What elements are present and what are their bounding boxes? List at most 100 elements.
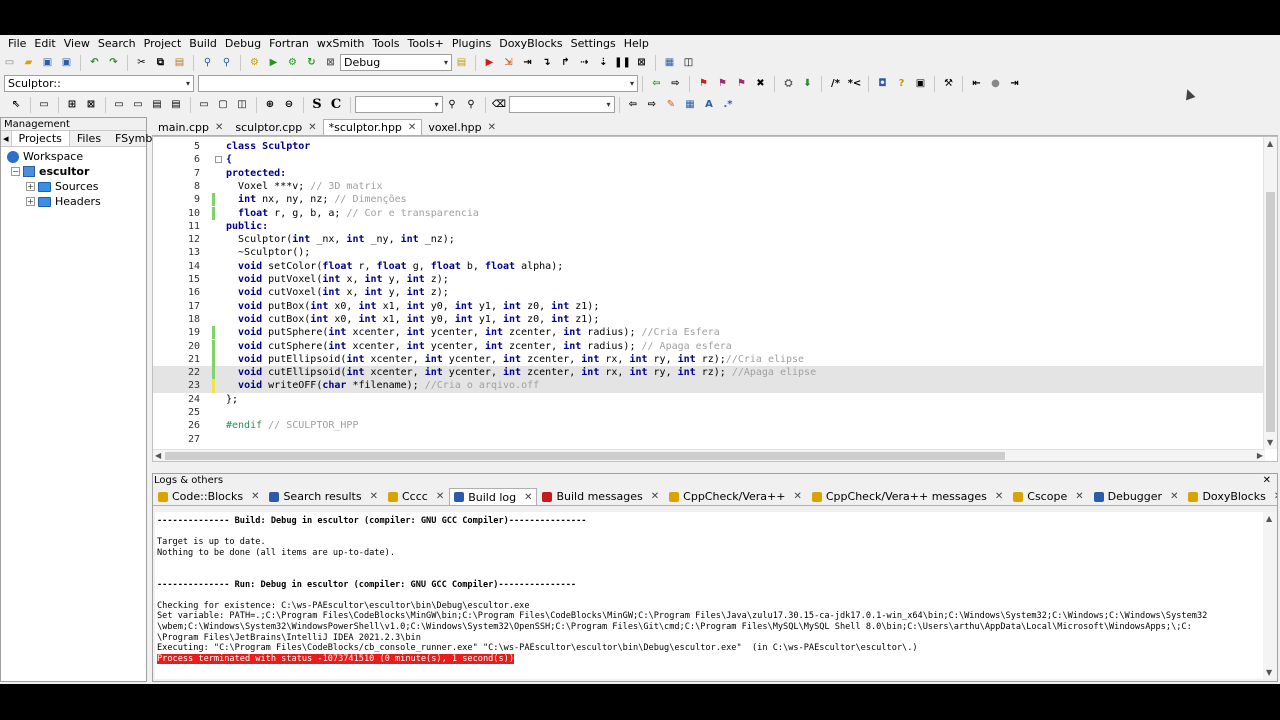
close-icon[interactable]: ✕ xyxy=(370,491,378,502)
align-4-icon[interactable]: ▤ xyxy=(168,97,184,113)
expand-icon[interactable]: + xyxy=(26,197,35,206)
tab-sculptor-cpp[interactable]: sculptor.cpp ✕ xyxy=(229,119,322,135)
bookmark-next-icon[interactable]: ⚑ xyxy=(734,76,750,92)
logs-tab-cppcheck-vera-messages[interactable]: CppCheck/Vera++ messages ✕ xyxy=(807,488,1008,505)
code-line[interactable]: 17 void putBox(int x0, int x1, int y0, i… xyxy=(153,300,1263,313)
doxy-extract-icon[interactable]: ▣ xyxy=(913,76,929,92)
close-icon[interactable]: ✕ xyxy=(1170,491,1178,502)
regex-icon[interactable]: .* xyxy=(720,97,736,113)
logs-tab-code-blocks[interactable]: Code::Blocks ✕ xyxy=(153,488,264,505)
close-icon[interactable]: ✕ xyxy=(793,491,801,502)
c-icon[interactable]: C xyxy=(328,97,344,113)
logs-tab-build-log[interactable]: Build log ✕ xyxy=(449,488,538,505)
menu-help[interactable]: Help xyxy=(620,35,653,52)
save-icon[interactable]: ▣ xyxy=(40,55,56,71)
code-line[interactable]: 5 class Sculptor xyxy=(153,140,1263,153)
run-icon[interactable]: ▶ xyxy=(266,55,282,71)
code-line[interactable]: 6{ xyxy=(153,153,1263,166)
step-into-icon[interactable]: ↴ xyxy=(539,55,555,71)
tree-folder-sources[interactable]: + Sources xyxy=(1,179,146,194)
close-icon[interactable]: ✕ xyxy=(1263,474,1271,488)
align-2-icon[interactable]: ▭ xyxy=(130,97,146,113)
code-line[interactable]: 10 float r, g, b, a; // Cor e transparen… xyxy=(153,206,1263,220)
jump-forward-icon[interactable]: ⇨ xyxy=(668,76,684,92)
code-line[interactable]: 23 void writeOFF(char *filename); //Cria… xyxy=(153,379,1263,393)
run-to-cursor-icon[interactable]: ⇲ xyxy=(501,55,517,71)
frame-icon[interactable]: ▭ xyxy=(36,97,52,113)
open-icon[interactable]: ▰ xyxy=(21,55,37,71)
menu-file[interactable]: File xyxy=(4,35,30,52)
wrench-icon[interactable]: ⚒ xyxy=(941,76,957,92)
menu-search[interactable]: Search xyxy=(94,35,140,52)
menu-tools-[interactable]: Tools+ xyxy=(404,35,448,52)
tab-sculptor-hpp[interactable]: *sculptor.hpp ✕ xyxy=(322,119,423,135)
menu-fortran[interactable]: Fortran xyxy=(265,35,313,52)
menu-edit[interactable]: Edit xyxy=(30,35,59,52)
find-icon[interactable]: ⚲ xyxy=(200,55,216,71)
jump-end-icon[interactable]: ⇥ xyxy=(1007,76,1023,92)
tab-scroll-left-icon[interactable]: ◂ xyxy=(1,131,11,146)
redo-icon[interactable]: ↷ xyxy=(106,55,122,71)
shape-2-icon[interactable]: ▢ xyxy=(215,97,231,113)
scope-select[interactable]: Sculptor:: ▾ xyxy=(4,75,194,92)
new-file-icon[interactable]: ▭ xyxy=(2,55,18,71)
code-line[interactable]: 7 protected: xyxy=(153,167,1263,180)
find-next-icon[interactable]: ⇨ xyxy=(644,97,660,113)
align-3-icon[interactable]: ▤ xyxy=(149,97,165,113)
pause-icon[interactable]: ❚❚ xyxy=(614,55,631,71)
close-icon[interactable]: ✕ xyxy=(308,120,316,135)
code-line[interactable]: 22 void cutEllipsoid(int xcenter, int yc… xyxy=(153,366,1263,380)
step-instruction-icon[interactable]: ⇣ xyxy=(596,55,612,71)
tab-fsymbols[interactable]: FSymb xyxy=(108,131,154,146)
zoom-out-icon[interactable]: ⊖ xyxy=(281,97,297,113)
build-log-output[interactable]: -------------- Build: Debug in escultor … xyxy=(155,512,1263,679)
close-icon[interactable]: ✕ xyxy=(436,491,444,502)
debug-windows-icon[interactable]: ▦ xyxy=(662,55,678,71)
pointer-icon[interactable]: ⇖ xyxy=(8,97,24,113)
find-icon[interactable]: ⚲ xyxy=(444,97,460,113)
code-line[interactable]: 13 ~Sculptor(); xyxy=(153,246,1263,259)
rebuild-icon[interactable]: ↻ xyxy=(304,55,320,71)
build-options-icon[interactable]: ▤ xyxy=(454,55,470,71)
scroll-thumb[interactable] xyxy=(165,452,1005,460)
zoom-in-icon[interactable]: ⊕ xyxy=(262,97,278,113)
code-line[interactable]: 25 xyxy=(153,406,1263,419)
tree-project[interactable]: − escultor xyxy=(1,164,146,179)
menu-plugins[interactable]: Plugins xyxy=(448,35,495,52)
code-line[interactable]: 24}; xyxy=(153,393,1263,406)
menu-debug[interactable]: Debug xyxy=(221,35,265,52)
tab-files[interactable]: Files xyxy=(70,131,108,146)
menu-settings[interactable]: Settings xyxy=(567,35,620,52)
code-line[interactable]: 9 int nx, ny, nz; // Dimenções xyxy=(153,193,1263,207)
find-prev-icon[interactable]: ⇦ xyxy=(625,97,641,113)
logs-tab-cscope[interactable]: Cscope ✕ xyxy=(1008,488,1088,505)
close-icon[interactable]: ✕ xyxy=(408,120,416,135)
comment-icon[interactable]: /* xyxy=(828,76,844,92)
find-options-icon[interactable]: ⚲ xyxy=(463,97,479,113)
build-run-icon[interactable]: ⚙ xyxy=(285,55,301,71)
tab-voxel-hpp[interactable]: voxel.hpp ✕ xyxy=(422,119,502,135)
close-icon[interactable]: ✕ xyxy=(251,491,259,502)
close-icon[interactable]: ✕ xyxy=(1274,491,1277,502)
align-icon[interactable]: ▭ xyxy=(111,97,127,113)
code-line[interactable]: 11 public: xyxy=(153,220,1263,233)
vertical-scrollbar[interactable]: ▲ ▼ xyxy=(1263,512,1277,679)
function-select[interactable]: ▾ xyxy=(198,75,638,92)
bookmark-prev-icon[interactable]: ⚑ xyxy=(715,76,731,92)
step-out-icon[interactable]: ↱ xyxy=(558,55,574,71)
debug-info-icon[interactable]: ◫ xyxy=(681,55,697,71)
box-icon[interactable]: ⊠ xyxy=(83,97,99,113)
logs-tab-build-messages[interactable]: Build messages ✕ xyxy=(537,488,664,505)
tab-main-cpp[interactable]: main.cpp ✕ xyxy=(152,119,229,135)
fold-icon[interactable] xyxy=(215,156,222,164)
menu-project[interactable]: Project xyxy=(140,35,186,52)
tool-icon[interactable]: ⬇ xyxy=(800,76,816,92)
tree-folder-headers[interactable]: + Headers xyxy=(1,194,146,209)
menu-doxyblocks[interactable]: DoxyBlocks xyxy=(495,35,566,52)
code-line[interactable]: 27 xyxy=(153,433,1263,446)
search-combo[interactable]: ▾ xyxy=(354,96,443,113)
collapse-icon[interactable]: − xyxy=(11,167,20,176)
replace-icon[interactable]: ⚲ xyxy=(219,55,235,71)
scroll-thumb[interactable] xyxy=(1266,192,1275,432)
menu-tools[interactable]: Tools xyxy=(368,35,403,52)
